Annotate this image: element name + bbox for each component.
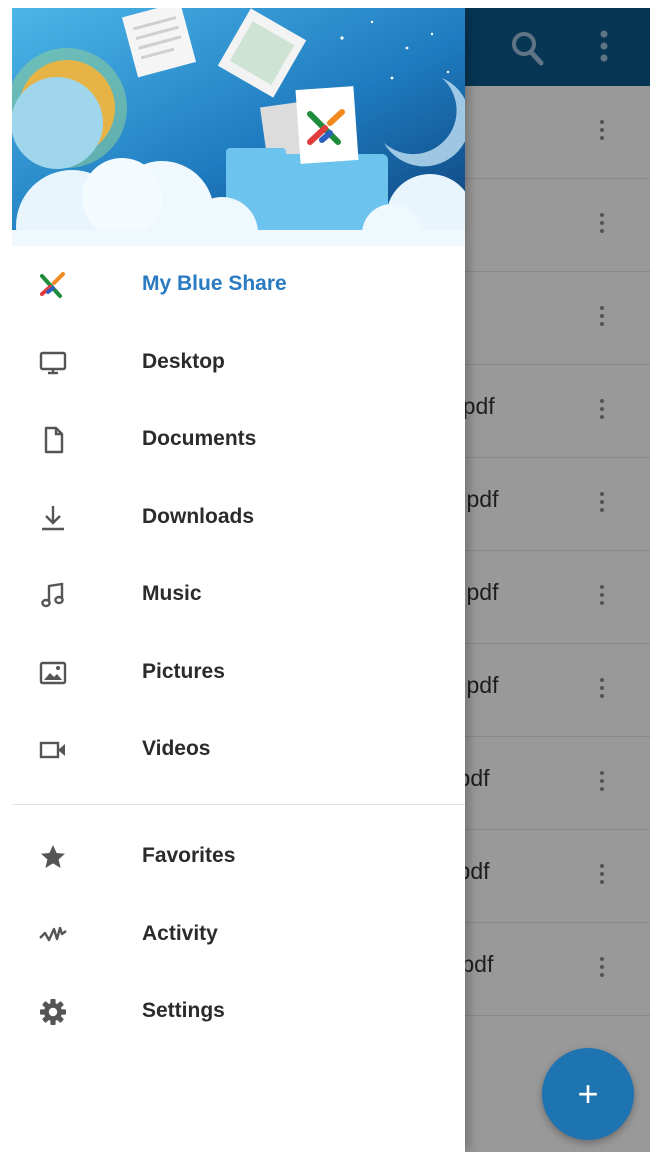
nav-item-downloads[interactable]: Downloads (12, 479, 465, 557)
nav-item-settings[interactable]: Settings (12, 973, 465, 1051)
music-note-icon (41, 582, 64, 608)
document-icon (44, 426, 64, 454)
drawer-secondary-nav: Favorites Activity Settings (12, 818, 465, 1051)
drawer-header-illustration (12, 8, 465, 246)
nav-item-label: Videos (142, 737, 211, 760)
nav-item-label: Favorites (142, 844, 236, 867)
download-icon (42, 505, 64, 530)
nav-item-label: Music (142, 582, 202, 605)
nav-item-label: Pictures (142, 659, 225, 683)
nav-item-documents[interactable]: Documents (12, 401, 465, 479)
my-blue-share-logo-icon (40, 272, 65, 298)
nav-item-label: Downloads (142, 504, 255, 528)
drawer-primary-nav: My Blue Share Desktop Documents Download… (12, 246, 465, 789)
gear-icon (40, 999, 66, 1025)
monitor-icon (39, 351, 67, 374)
nav-item-activity[interactable]: Activity (12, 896, 465, 974)
add-icon: + (577, 1073, 599, 1114)
nav-item-pictures[interactable]: Pictures (12, 634, 465, 712)
nav-item-my-blue-share[interactable]: My Blue Share (12, 246, 465, 324)
device-screen: ac.pdf (2).pdf (3).pdf (4).pdf s).pdf s)… (12, 8, 650, 1152)
nav-item-videos[interactable]: Videos (12, 711, 465, 789)
nav-item-label: Desktop (142, 349, 225, 373)
nav-item-label: My Blue Share (142, 272, 287, 295)
image-icon (39, 661, 67, 684)
star-icon (41, 845, 65, 868)
nav-item-desktop[interactable]: Desktop (12, 324, 465, 402)
drawer-divider (12, 804, 465, 805)
nav-item-label: Documents (142, 427, 257, 450)
video-camera-icon (39, 741, 65, 759)
activity-icon (39, 926, 67, 941)
nav-item-label: Activity (142, 921, 218, 945)
nav-item-favorites[interactable]: Favorites (12, 818, 465, 896)
add-button[interactable]: + (542, 1048, 634, 1140)
nav-item-label: Settings (142, 999, 225, 1022)
nav-item-music[interactable]: Music (12, 556, 465, 634)
navigation-drawer: My Blue Share Desktop Documents Download… (12, 8, 465, 1152)
